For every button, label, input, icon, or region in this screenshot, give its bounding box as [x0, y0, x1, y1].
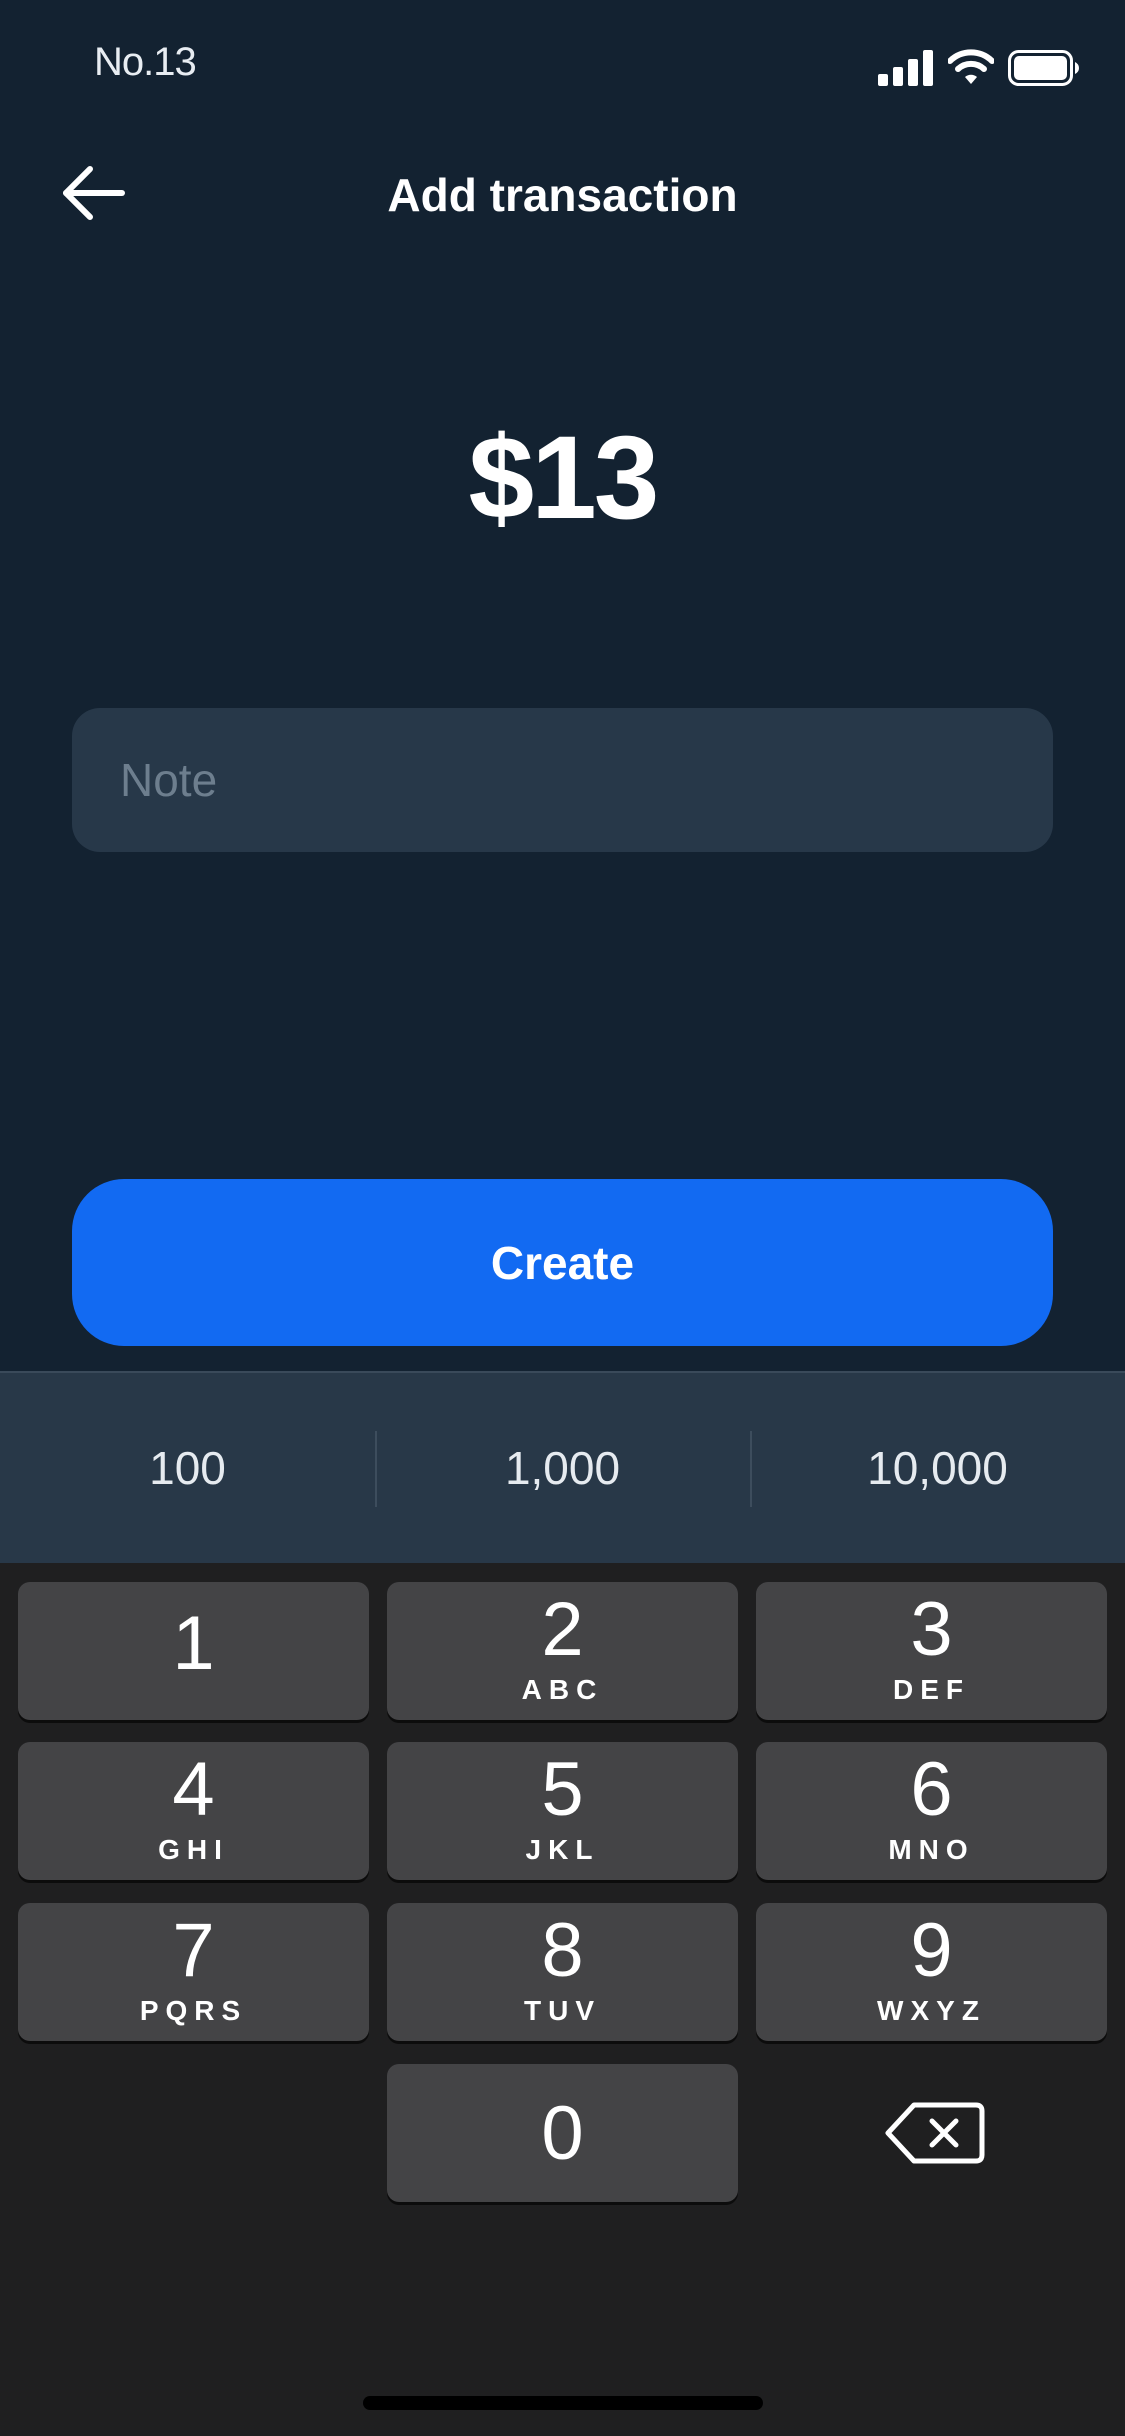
key-4[interactable]: 4 GHI: [18, 1742, 369, 1880]
key-7[interactable]: 7 PQRS: [18, 1903, 369, 2041]
page-title: Add transaction: [387, 169, 738, 221]
key-8[interactable]: 8 TUV: [387, 1903, 738, 2041]
quick-amount-1000[interactable]: 1,000: [375, 1373, 750, 1563]
key-letters: ABC: [521, 1674, 604, 1705]
key-digit: 8: [541, 1908, 584, 1993]
key-letters: GHI: [158, 1834, 229, 1865]
key-0[interactable]: 0: [387, 2064, 738, 2202]
backspace-icon[interactable]: [880, 2093, 990, 2173]
create-button[interactable]: Create: [72, 1179, 1053, 1346]
key-digit: 1: [172, 1601, 215, 1686]
quick-amount-bar: 100 1,000 10,000: [0, 1371, 1125, 1563]
key-3[interactable]: 3 DEF: [756, 1582, 1107, 1720]
key-9[interactable]: 9 WXYZ: [756, 1903, 1107, 2041]
battery-icon: [1008, 50, 1079, 86]
key-letters: WXYZ: [877, 1995, 986, 2026]
status-time: No.13: [94, 40, 197, 84]
key-digit: 4: [172, 1747, 215, 1832]
key-letters: TUV: [524, 1995, 601, 2026]
key-6[interactable]: 6 MNO: [756, 1742, 1107, 1880]
home-indicator: [363, 2396, 763, 2410]
key-digit: 3: [910, 1587, 953, 1672]
key-digit: 9: [910, 1908, 953, 1993]
key-letters: DEF: [893, 1674, 970, 1705]
quick-amount-100[interactable]: 100: [0, 1373, 375, 1563]
key-digit: 7: [172, 1908, 215, 1993]
key-digit: 6: [910, 1747, 953, 1832]
signal-icon: [878, 50, 933, 86]
key-digit: 2: [541, 1587, 584, 1672]
key-digit: 0: [541, 2091, 584, 2176]
key-5[interactable]: 5 JKL: [387, 1742, 738, 1880]
key-2[interactable]: 2 ABC: [387, 1582, 738, 1720]
key-letters: JKL: [525, 1834, 600, 1865]
key-digit: 5: [541, 1747, 584, 1832]
wifi-icon: [948, 49, 994, 84]
key-1[interactable]: 1: [18, 1582, 369, 1720]
amount-display: $13: [468, 412, 660, 544]
note-input[interactable]: [72, 708, 1053, 852]
key-letters: PQRS: [139, 1995, 248, 2026]
key-letters: MNO: [888, 1834, 975, 1865]
status-bar: No.13: [0, 0, 1125, 130]
quick-amount-10000[interactable]: 10,000: [750, 1373, 1125, 1563]
